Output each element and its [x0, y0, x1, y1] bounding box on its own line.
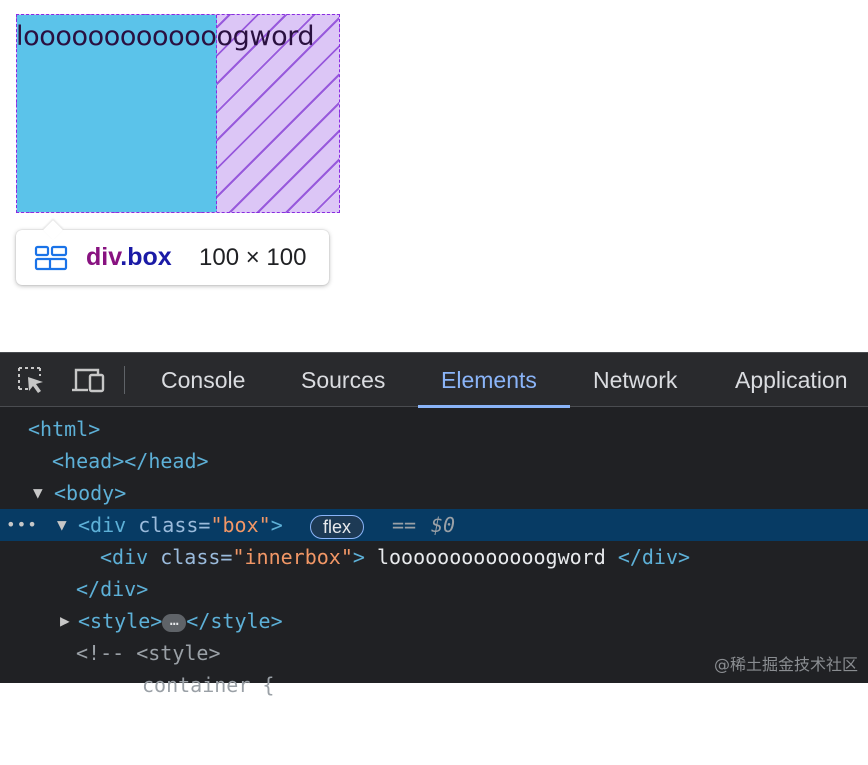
flex-badge[interactable]: flex [310, 514, 365, 539]
selected-node-var: $0 [431, 513, 456, 537]
watermark-text: @稀土掘金技术社区 [713, 655, 858, 674]
dom-node-head[interactable]: <head></head> [0, 445, 868, 477]
box-content-text: looooooooooooogword [16, 21, 315, 52]
tab-application[interactable]: Application [735, 353, 848, 406]
inspect-tooltip: div.box 100 × 100 [16, 220, 329, 285]
tab-elements[interactable]: Elements [441, 353, 537, 406]
devtools-panel: Console Sources Elements Network Applica… [0, 352, 868, 697]
dom-node-div-innerbox[interactable]: <div class="innerbox"> looooooooooooogwo… [0, 541, 868, 573]
tooltip-tag-name: div [86, 243, 121, 271]
tab-sources[interactable]: Sources [301, 353, 385, 406]
flex-layout-icon [34, 245, 68, 271]
tooltip-dimensions: 100 × 100 [199, 244, 307, 271]
expand-triangle-right-icon[interactable]: ▶ [60, 605, 70, 637]
selected-equals: == [392, 513, 417, 537]
tab-network[interactable]: Network [593, 353, 677, 406]
element-picker-icon[interactable] [16, 365, 48, 395]
expand-triangle-down-icon[interactable]: ▼ [57, 509, 67, 541]
expand-triangle-down-icon[interactable]: ▼ [33, 477, 43, 509]
dom-node-style[interactable]: ▶ <style>… </style> [0, 605, 868, 637]
dom-node-div-box[interactable]: ••• ▼ <div class="box"> flex == $0 [0, 509, 868, 541]
collapsed-content-badge[interactable]: … [162, 612, 187, 632]
device-toolbar-icon[interactable] [70, 365, 106, 395]
dom-node-html[interactable]: <html> [0, 413, 868, 445]
tooltip-arrow [43, 220, 63, 240]
tooltip-class-name: .box [120, 243, 172, 271]
tooltip-element-name: div.box [86, 243, 172, 272]
devtools-toolbar: Console Sources Elements Network Applica… [0, 353, 868, 408]
active-tab-indicator [418, 405, 570, 408]
tab-console[interactable]: Console [161, 353, 245, 406]
more-options-icon[interactable]: ••• [6, 509, 38, 541]
toolbar-separator [124, 366, 125, 394]
dom-node-div-close[interactable]: </div> [0, 573, 868, 605]
dom-node-body[interactable]: ▼ <body> [0, 477, 868, 509]
